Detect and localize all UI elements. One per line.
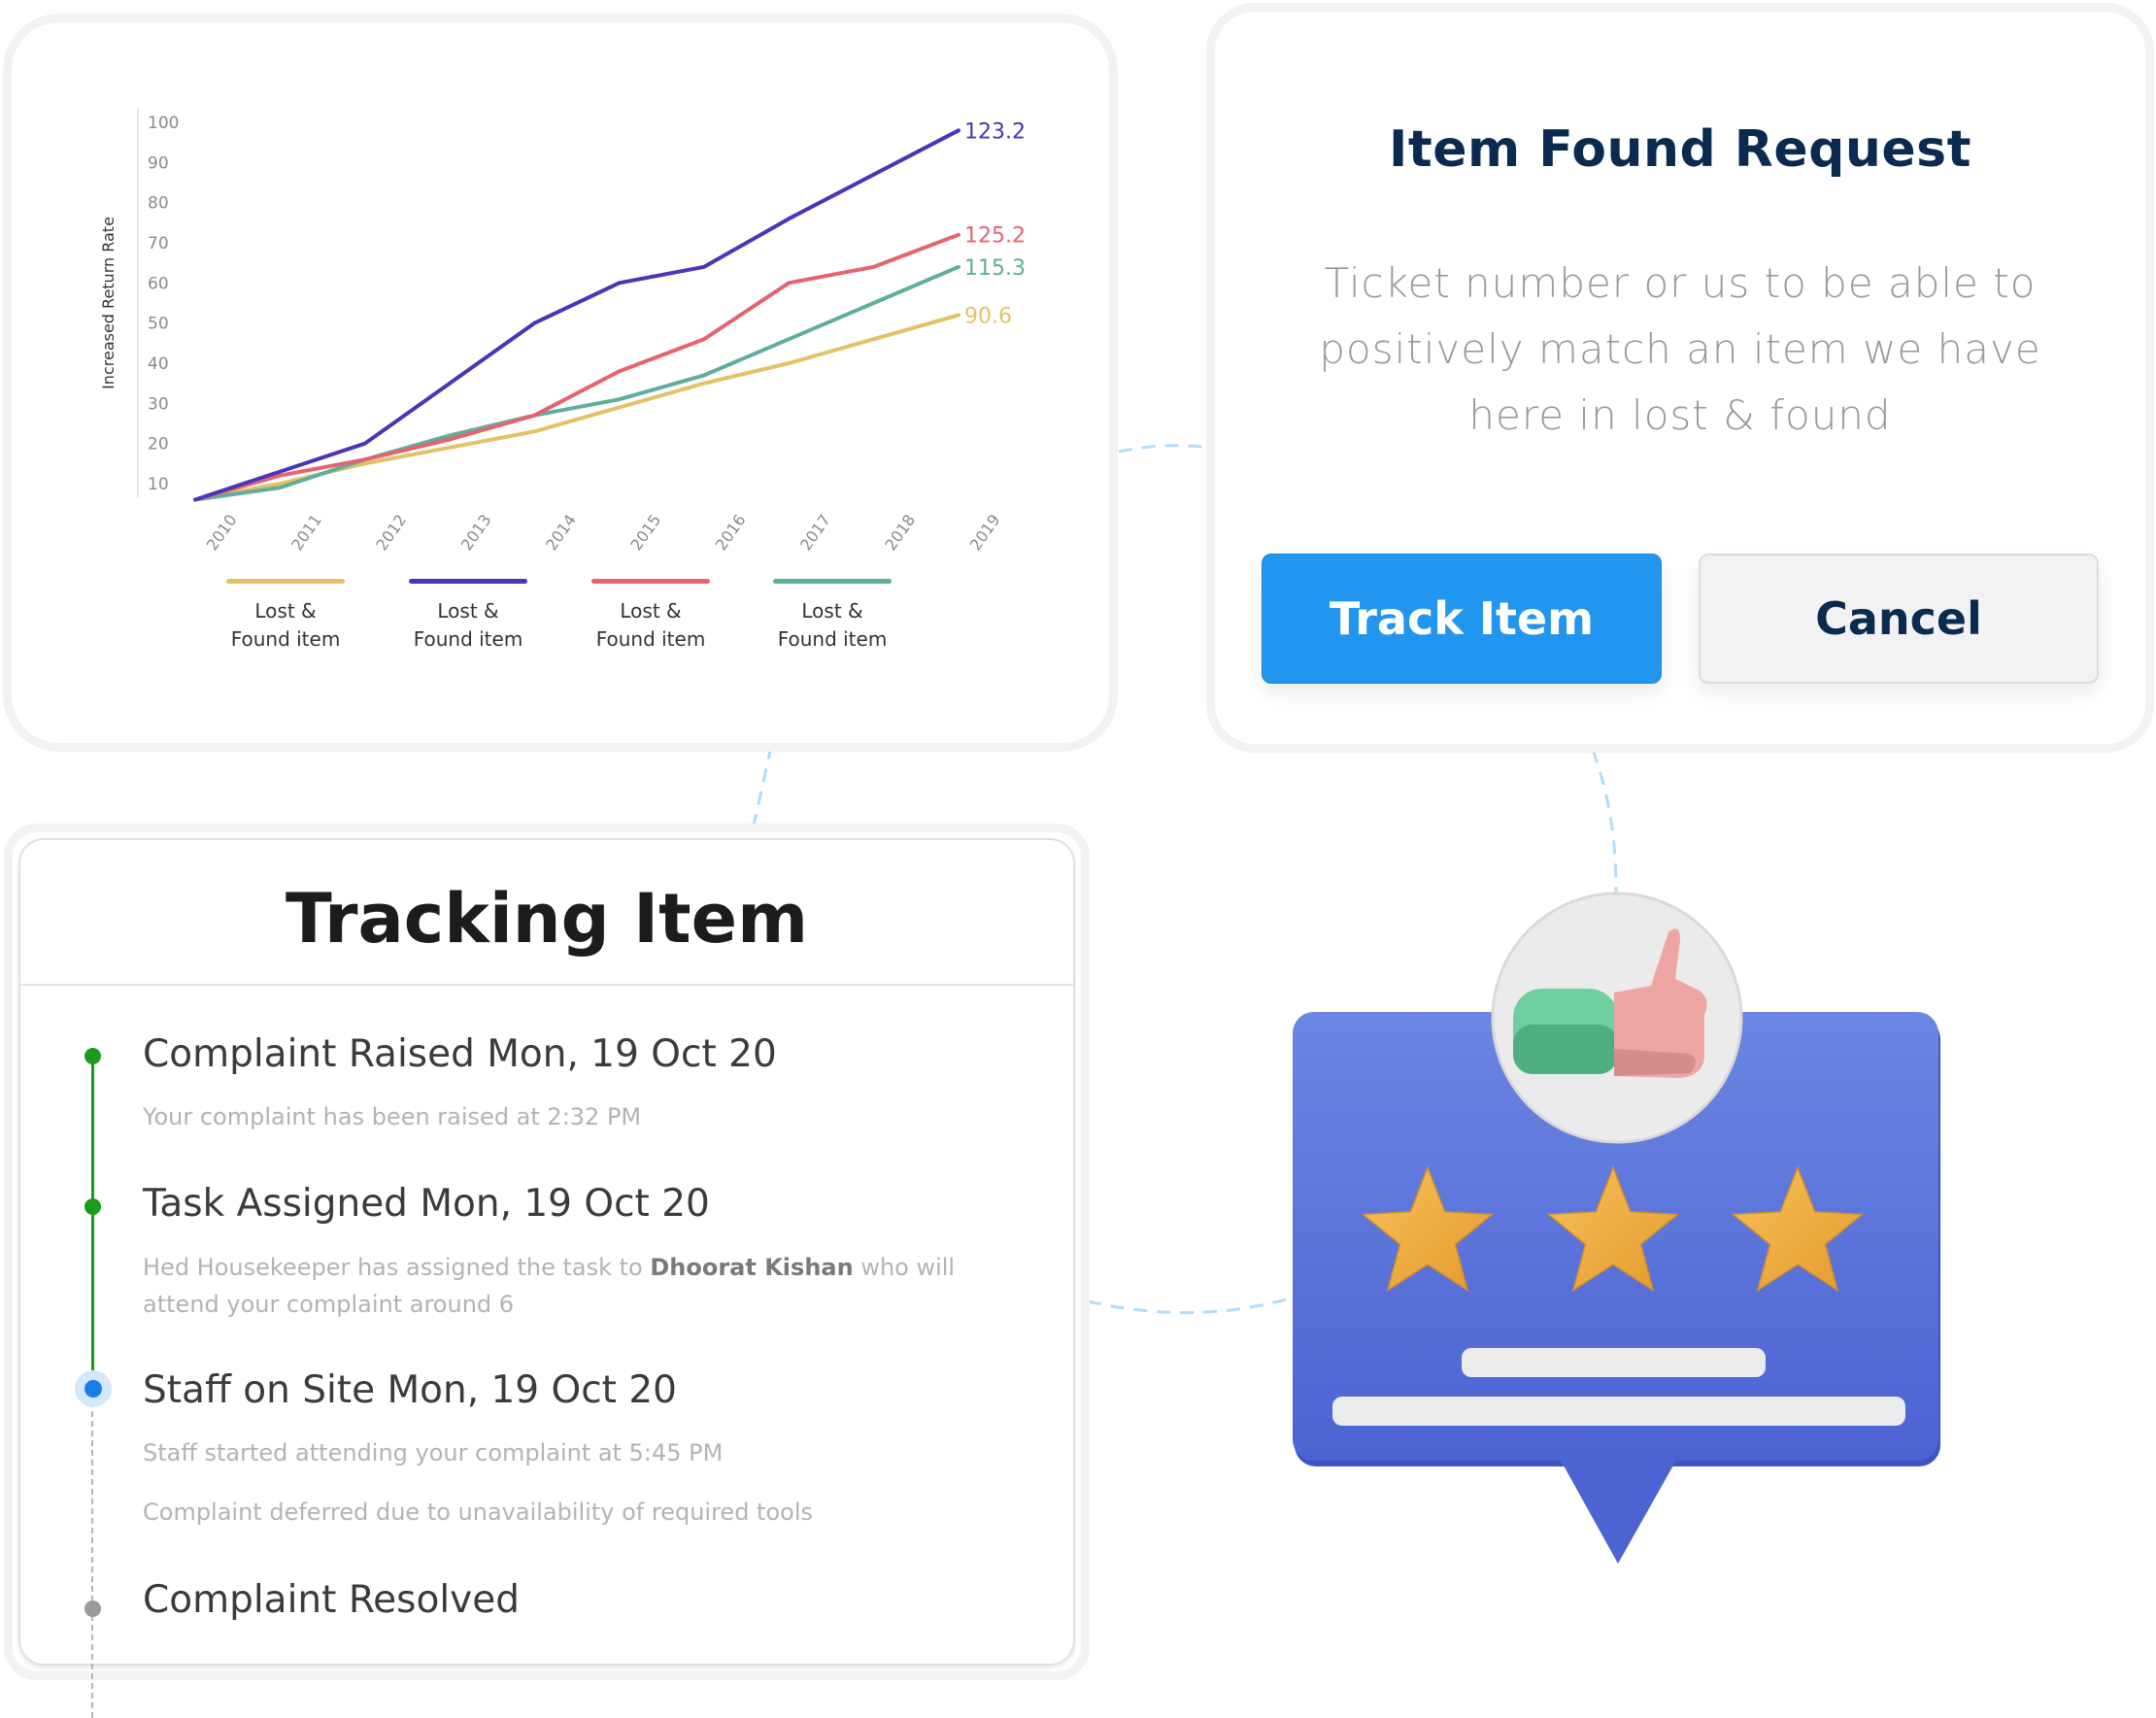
y-tick-label: 80 — [148, 194, 169, 214]
step-title: Complaint Raised Mon, 19 Oct 20 — [143, 1032, 777, 1076]
legend-label-line: Lost & — [409, 597, 527, 625]
thumbs-up-icon — [1493, 893, 1741, 1142]
connector-chart-to-tracking — [754, 746, 771, 825]
step-title: Task Assigned Mon, 19 Oct 20 — [143, 1182, 710, 1226]
legend-label-line: Found item — [773, 625, 892, 654]
assignee-name: Dhoorat Kishan — [650, 1254, 853, 1281]
step-description-line2: attend your complaint around 6 — [143, 1286, 514, 1323]
x-tick-label: 2012 — [372, 511, 410, 554]
y-tick-label: 70 — [148, 234, 169, 253]
track-item-button[interactable]: Track Item — [1262, 554, 1662, 684]
x-tick-label: 2018 — [881, 511, 919, 554]
step-description: Staff started attending your complaint a… — [143, 1434, 723, 1471]
rating-line-long — [1332, 1397, 1905, 1426]
cancel-button[interactable]: Cancel — [1699, 554, 2099, 684]
rating-illustration — [1263, 855, 2001, 1573]
x-tick-label: 2019 — [966, 511, 1004, 554]
tracking-item-card: Tracking Item Complaint Raised Mon, 19 O… — [4, 824, 1090, 1680]
y-tick-label: 100 — [148, 114, 179, 133]
legend-label: Lost &Found item — [409, 597, 527, 654]
x-tick-label: 2010 — [203, 511, 241, 554]
legend-swatch — [773, 579, 892, 584]
y-tick-label: 90 — [148, 153, 169, 173]
legend-label-line: Found item — [409, 625, 527, 654]
legend-item: Lost &Found item — [226, 579, 345, 654]
step-title: Staff on Site Mon, 19 Oct 20 — [143, 1368, 677, 1412]
chart-legend: Lost &Found itemLost &Found itemLost &Fo… — [0, 579, 1117, 666]
step-dot-pending — [84, 1600, 101, 1617]
y-tick-label: 10 — [148, 475, 169, 494]
step-dot-done — [84, 1048, 101, 1064]
step-dot-done — [84, 1198, 101, 1215]
series-end-label: 125.2 — [964, 224, 1026, 249]
tracking-card-inner: Tracking Item Complaint Raised Mon, 19 O… — [18, 838, 1075, 1666]
x-tick-label: 2016 — [712, 511, 750, 554]
y-tick-label: 20 — [148, 435, 169, 455]
step-desc-text: Hed Housekeeper has assigned the task to — [143, 1254, 650, 1281]
connector-chart-to-request — [1119, 446, 1210, 452]
y-tick-label: 40 — [148, 354, 169, 374]
x-tick-label: 2014 — [542, 511, 580, 554]
x-tick-label: 2013 — [457, 511, 495, 554]
legend-label: Lost &Found item — [773, 597, 892, 654]
legend-label-line: Found item — [226, 625, 345, 654]
tracking-timeline: Complaint Raised Mon, 19 Oct 20 Your com… — [20, 840, 1089, 1695]
series-end-label: 115.3 — [964, 256, 1026, 281]
legend-label-line: Lost & — [773, 597, 892, 625]
y-tick-label: 50 — [148, 315, 169, 334]
step-note: Complaint deferred due to unavailability… — [143, 1494, 813, 1531]
series-end-label: 123.2 — [964, 119, 1026, 144]
step-dot-current-inner — [84, 1380, 102, 1398]
legend-item: Lost &Found item — [591, 579, 710, 654]
legend-label-line: Lost & — [226, 597, 345, 625]
rating-line-short — [1462, 1348, 1766, 1377]
timeline-line-done — [91, 1056, 94, 1398]
x-tick-label: 2011 — [287, 511, 325, 554]
legend-swatch — [409, 579, 527, 584]
step-title: Complaint Resolved — [143, 1578, 520, 1622]
x-tick-label: 2015 — [626, 511, 664, 554]
legend-label-line: Found item — [591, 625, 710, 654]
legend-label-line: Lost & — [591, 597, 710, 625]
y-tick-label: 60 — [148, 274, 169, 293]
step-description: Hed Housekeeper has assigned the task to… — [143, 1249, 955, 1286]
timeline-line-pending — [91, 1401, 93, 1718]
legend-label: Lost &Found item — [226, 597, 345, 654]
step-description: Your complaint has been raised at 2:32 P… — [143, 1098, 641, 1135]
x-tick-label: 2017 — [796, 511, 834, 554]
y-axis-label: Increased Return Rate — [99, 217, 118, 389]
request-title: Item Found Request — [1215, 120, 2145, 179]
series-end-label: 90.6 — [964, 304, 1012, 328]
request-description: Ticket number or us to be able to positi… — [1283, 251, 2077, 449]
legend-item: Lost &Found item — [409, 579, 527, 654]
legend-item: Lost &Found item — [773, 579, 892, 654]
legend-swatch — [226, 579, 345, 584]
step-desc-text: who will — [854, 1254, 955, 1281]
legend-swatch — [591, 579, 710, 584]
legend-label: Lost &Found item — [591, 597, 710, 654]
y-tick-label: 30 — [148, 394, 169, 414]
